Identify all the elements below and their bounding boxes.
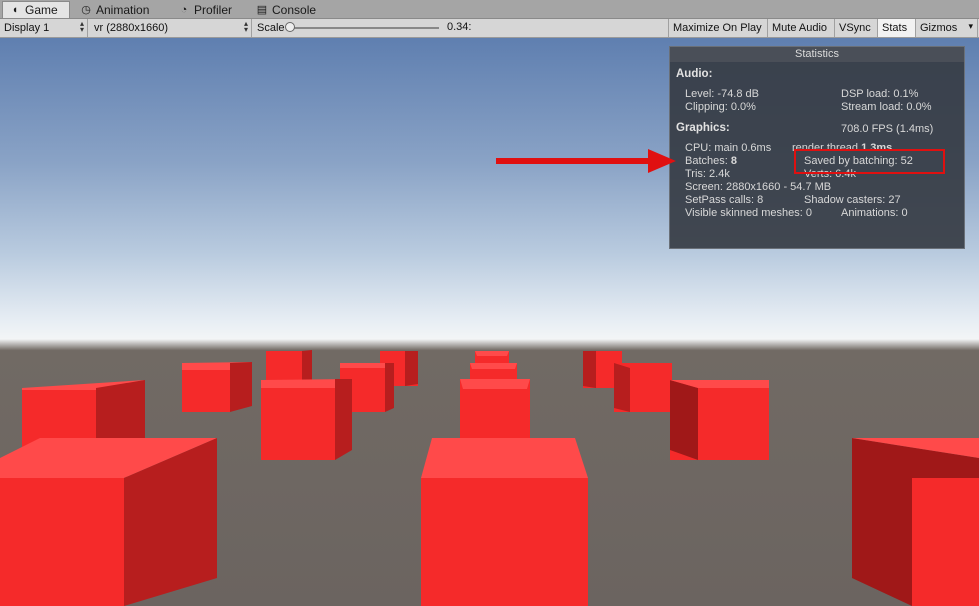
scale-control: Scale 0.34:: [253, 19, 667, 37]
scale-slider-knob[interactable]: [285, 22, 295, 32]
graphics-header: Graphics:: [676, 122, 730, 134]
vsync-toggle[interactable]: VSync: [835, 19, 878, 37]
red-arrow-icon: [496, 149, 676, 173]
tab-bar: ◖ Game ◷ Animation ◔ Profiler ▤ Console: [0, 0, 979, 19]
tab-console[interactable]: ▤ Console: [250, 1, 340, 18]
visible-skinned-meshes: Visible skinned meshes: 0: [685, 207, 812, 219]
toggle-label: Stats: [882, 22, 908, 34]
gizmos-dropdown[interactable]: Gizmos ▾: [916, 19, 978, 37]
dropdown-arrows-icon: ▴ ▾: [79, 19, 84, 34]
scale-value: 0.34:: [447, 21, 472, 33]
tab-label: Game: [25, 3, 58, 17]
toggle-label: VSync: [839, 22, 871, 34]
pacman-icon: ◖: [11, 4, 19, 16]
mute-audio-toggle[interactable]: Mute Audio: [768, 19, 835, 37]
tris: Tris: 2.4k: [685, 168, 730, 180]
batches-label: Batches:: [685, 155, 728, 167]
console-icon: ▤: [256, 3, 268, 16]
setpass-calls: SetPass calls: 8: [685, 194, 764, 206]
tab-animation[interactable]: ◷ Animation: [74, 1, 170, 18]
tab-label: Console: [272, 2, 317, 17]
cube: [421, 438, 588, 606]
statistics-title: Statistics: [670, 47, 964, 62]
resolution-dropdown[interactable]: vr (2880x1660) ▴ ▾: [90, 19, 252, 37]
audio-level: Level: -74.8 dB: [685, 88, 759, 100]
animations: Animations: 0: [841, 207, 908, 219]
maximize-on-play-toggle[interactable]: Maximize On Play: [668, 19, 768, 37]
batches: Batches: 8: [685, 155, 737, 167]
resolution-label: vr (2880x1660): [94, 22, 168, 34]
highlight-box: [794, 149, 945, 174]
scale-slider-track[interactable]: [289, 27, 439, 29]
toggle-label: Maximize On Play: [673, 22, 762, 34]
profiler-icon: ◔: [180, 3, 188, 16]
cube: [614, 363, 672, 412]
tab-label: Profiler: [194, 2, 233, 17]
cube: [852, 438, 979, 606]
toggle-label: Gizmos: [920, 22, 958, 34]
tab-label: Animation: [96, 2, 150, 17]
statistics-panel: Statistics Audio: Level: -74.8 dB DSP lo…: [669, 46, 965, 249]
shadow-casters: Shadow casters: 27: [804, 194, 901, 206]
cpu-main: CPU: main 0.6ms: [685, 142, 772, 154]
dropdown-arrows-icon: ▴ ▾: [243, 19, 248, 34]
screen-info: Screen: 2880x1660 - 54.7 MB: [685, 181, 832, 193]
batches-value: 8: [730, 155, 737, 167]
cube: [670, 380, 769, 460]
stats-toggle[interactable]: Stats: [878, 19, 916, 37]
tab-game[interactable]: ◖ Game: [2, 1, 70, 18]
tab-profiler[interactable]: ◔ Profiler: [172, 1, 258, 18]
cube: [182, 362, 252, 412]
audio-header: Audio:: [676, 68, 713, 80]
toggle-label: Mute Audio: [772, 22, 828, 34]
scale-label: Scale: [257, 22, 285, 34]
dropdown-arrow-icon: ▾: [968, 21, 973, 31]
cube: [460, 379, 530, 440]
fps-readout: 708.0 FPS (1.4ms): [841, 123, 934, 135]
dsp-load: DSP load: 0.1%: [841, 88, 919, 100]
display-label: Display 1: [4, 22, 50, 34]
cube: [261, 379, 352, 460]
stream-load: Stream load: 0.0%: [841, 101, 932, 113]
display-dropdown[interactable]: Display 1 ▴ ▾: [0, 19, 88, 37]
game-toolbar: Display 1 ▴ ▾ vr (2880x1660) ▴ ▾ Scale 0.3…: [0, 19, 979, 38]
cube: [0, 438, 217, 606]
clock-icon: ◷: [81, 3, 91, 16]
audio-clipping: Clipping: 0.0%: [685, 101, 756, 113]
